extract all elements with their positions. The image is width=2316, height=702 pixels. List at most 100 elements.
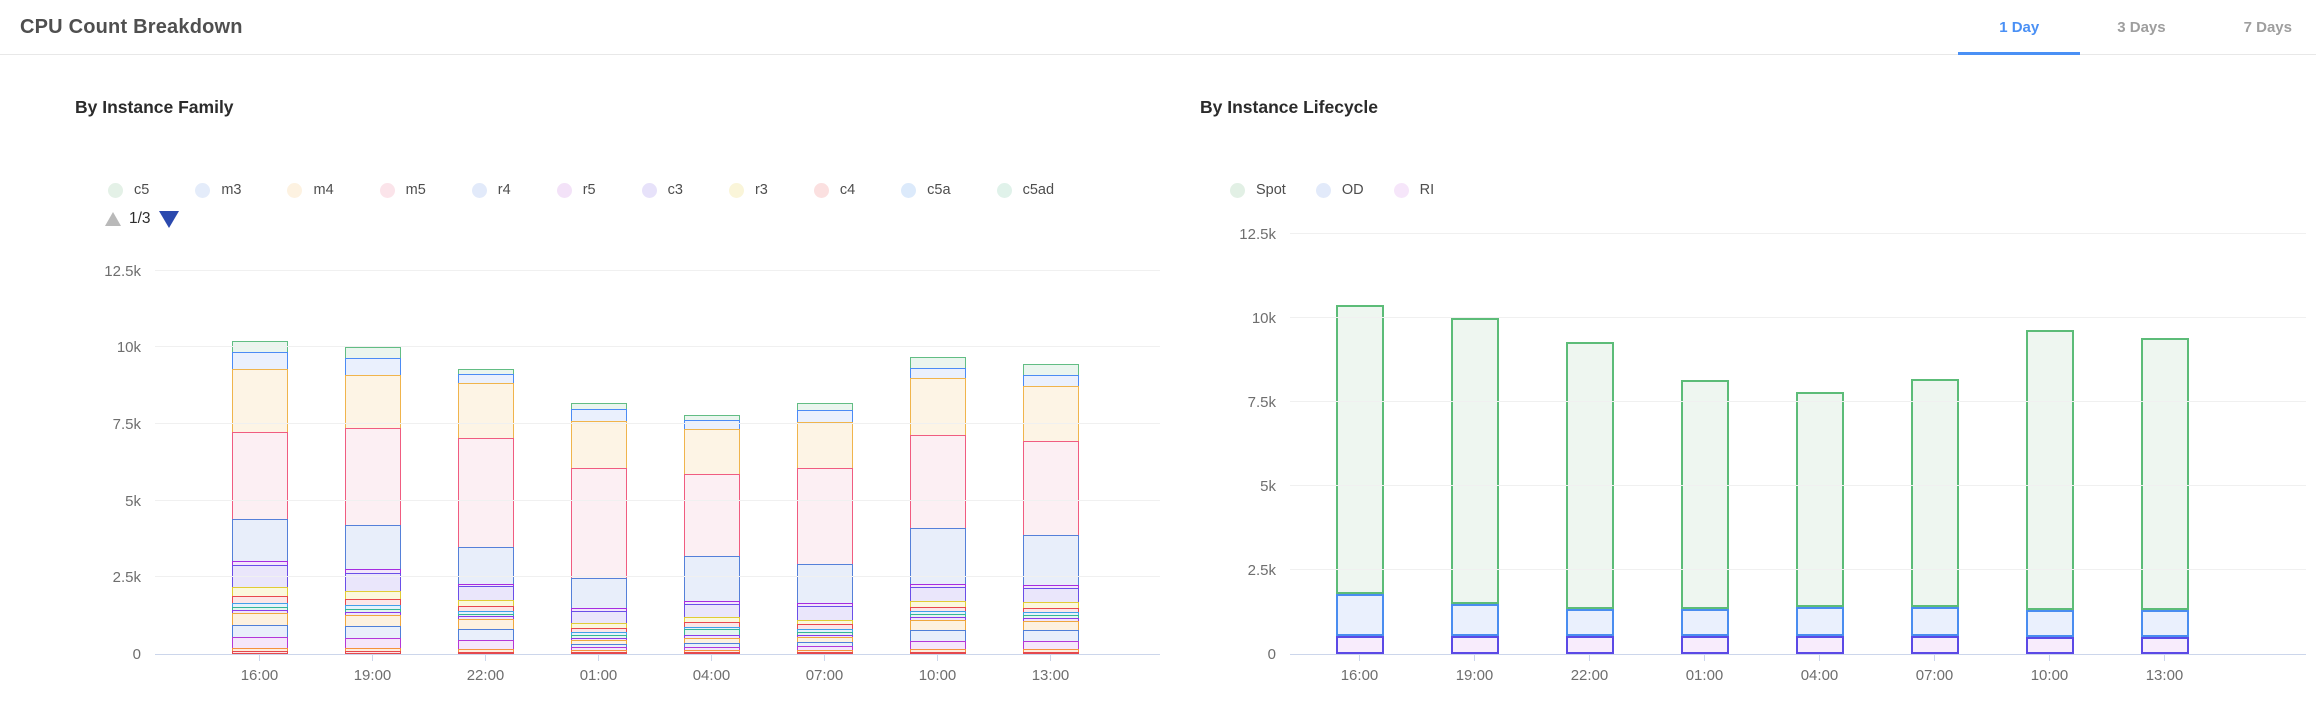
bar-segment-m4 — [345, 375, 401, 429]
instance-lifecycle-chart: 02.5k5k7.5k10k12.5k — [1190, 235, 2306, 655]
stacked-bar-07:00[interactable] — [797, 403, 853, 654]
y-tick-label: 0 — [133, 645, 141, 665]
tab-7-days[interactable]: 7 Days — [2244, 0, 2292, 54]
bar-segment-RI — [2026, 637, 2074, 654]
legend-item-c5a[interactable]: c5a — [901, 182, 950, 198]
y-tick-label: 5k — [125, 492, 141, 512]
bar-segment-RI — [1451, 636, 1499, 654]
stacked-bar-10:00[interactable] — [910, 357, 966, 654]
bar-segment-RI — [1911, 636, 1959, 654]
instance-family-panel: By Instance Family c5 m3 m4 m5 r4 r5 c3 r3 c4 c5a… — [60, 55, 1160, 700]
bar-segment-unnamed — [345, 651, 401, 654]
stacked-bar-13:00[interactable] — [2141, 338, 2189, 654]
stacked-bar-22:00[interactable] — [458, 369, 514, 654]
y-tick-label: 0 — [1268, 645, 1276, 665]
bar-slot-13:00 — [2107, 235, 2222, 654]
bar-segment-unnamed — [232, 625, 288, 637]
legend-item-RI[interactable]: RI — [1394, 182, 1435, 198]
bar-segment-OD — [1451, 604, 1499, 636]
legend-item-c4[interactable]: c4 — [814, 182, 855, 198]
legend-item-Spot[interactable]: Spot — [1230, 182, 1286, 198]
legend-item-m4[interactable]: m4 — [287, 182, 333, 198]
bar-segment-OD — [1336, 594, 1384, 636]
x-tick-label: 13:00 — [1032, 667, 1070, 684]
time-range-tabs: 1 Day 3 Days 7 Days — [1921, 0, 2316, 54]
x-axis: 16:0019:0022:0001:0004:0007:0010:0013:00 — [1190, 655, 2306, 700]
bar-segment-unnamed — [458, 640, 514, 649]
legend-item-r3[interactable]: r3 — [729, 182, 768, 198]
x-tick-mark — [1359, 655, 1360, 661]
stacked-bar-16:00[interactable] — [1336, 305, 1384, 654]
x-tick-mark — [1050, 655, 1051, 661]
bar-segment-m3 — [797, 410, 853, 422]
bar-segment-c3 — [797, 606, 853, 620]
bar-segment-unnamed — [232, 637, 288, 648]
tab-3-days[interactable]: 3 Days — [2117, 0, 2165, 54]
legend-item-r5[interactable]: r5 — [557, 182, 596, 198]
bar-slot-10:00 — [1992, 235, 2107, 654]
legend-label: c5ad — [1023, 182, 1054, 198]
stacked-bar-04:00[interactable] — [684, 415, 740, 654]
bar-segment-r4 — [571, 578, 627, 609]
legend-item-OD[interactable]: OD — [1316, 182, 1364, 198]
bar-segment-m4 — [458, 383, 514, 438]
x-tick-mark — [711, 655, 712, 661]
x-tick-label: 10:00 — [2031, 667, 2069, 684]
legend-page-down-icon[interactable] — [159, 211, 179, 228]
legend-item-c5ad[interactable]: c5ad — [997, 182, 1054, 198]
bar-segment-RI — [1566, 636, 1614, 654]
legend-label: c4 — [840, 182, 855, 198]
bar-slot-07:00 — [1877, 235, 1992, 654]
bar-slot-04:00 — [655, 235, 768, 654]
legend-swatch-icon — [901, 183, 916, 198]
bar-segment-unnamed — [684, 652, 740, 654]
legend-item-c5[interactable]: c5 — [108, 182, 149, 198]
x-tick-label: 19:00 — [354, 667, 392, 684]
stacked-bar-22:00[interactable] — [1566, 342, 1614, 654]
legend-item-m3[interactable]: m3 — [195, 182, 241, 198]
bar-segment-unnamed — [345, 638, 401, 648]
legend-label: c3 — [668, 182, 683, 198]
stacked-bar-10:00[interactable] — [2026, 330, 2074, 654]
gridline — [155, 423, 1160, 424]
x-axis: 16:0019:0022:0001:0004:0007:0010:0013:00 — [60, 655, 1160, 700]
bar-segment-c5 — [345, 347, 401, 358]
legend-item-r4[interactable]: r4 — [472, 182, 511, 198]
stacked-bar-04:00[interactable] — [1796, 392, 1844, 654]
stacked-bar-07:00[interactable] — [1911, 379, 1959, 654]
gridline — [1290, 401, 2306, 402]
bar-slot-19:00 — [1417, 235, 1532, 654]
bar-slot-16:00 — [203, 235, 316, 654]
x-tick-mark — [485, 655, 486, 661]
stacked-bar-01:00[interactable] — [1681, 380, 1729, 654]
tab-1-day[interactable]: 1 Day — [1999, 0, 2039, 54]
stacked-bar-13:00[interactable] — [1023, 364, 1079, 654]
legend-label: RI — [1420, 182, 1435, 198]
legend-swatch-icon — [380, 183, 395, 198]
bar-segment-RI — [1796, 636, 1844, 654]
legend-item-m5[interactable]: m5 — [380, 182, 426, 198]
x-slot: 07:00 — [768, 655, 881, 700]
bar-segment-unnamed — [458, 619, 514, 629]
bar-segment-r4 — [797, 564, 853, 604]
bar-segment-unnamed — [910, 641, 966, 650]
bar-slot-13:00 — [994, 235, 1107, 654]
stacked-bar-16:00[interactable] — [232, 341, 288, 654]
x-tick-mark — [1589, 655, 1590, 661]
x-slot: 16:00 — [203, 655, 316, 700]
bar-slot-01:00 — [1647, 235, 1762, 654]
bar-segment-m4 — [797, 422, 853, 468]
bar-segment-unnamed — [1023, 652, 1079, 654]
legend-item-c3[interactable]: c3 — [642, 182, 683, 198]
bar-segment-c5 — [910, 357, 966, 368]
legend-page-up-icon[interactable] — [105, 212, 121, 226]
legend-swatch-icon — [287, 183, 302, 198]
gridline — [155, 500, 1160, 501]
chart-title-instance-family: By Instance Family — [75, 97, 1160, 125]
bar-segment-m4 — [910, 378, 966, 435]
stacked-bar-19:00[interactable] — [1451, 318, 1499, 654]
x-slot: 04:00 — [1762, 655, 1877, 700]
gridline — [1290, 233, 2306, 234]
charts-row: By Instance Family c5 m3 m4 m5 r4 r5 c3 r3 c4 c5a… — [0, 55, 2316, 700]
stacked-bar-01:00[interactable] — [571, 403, 627, 654]
